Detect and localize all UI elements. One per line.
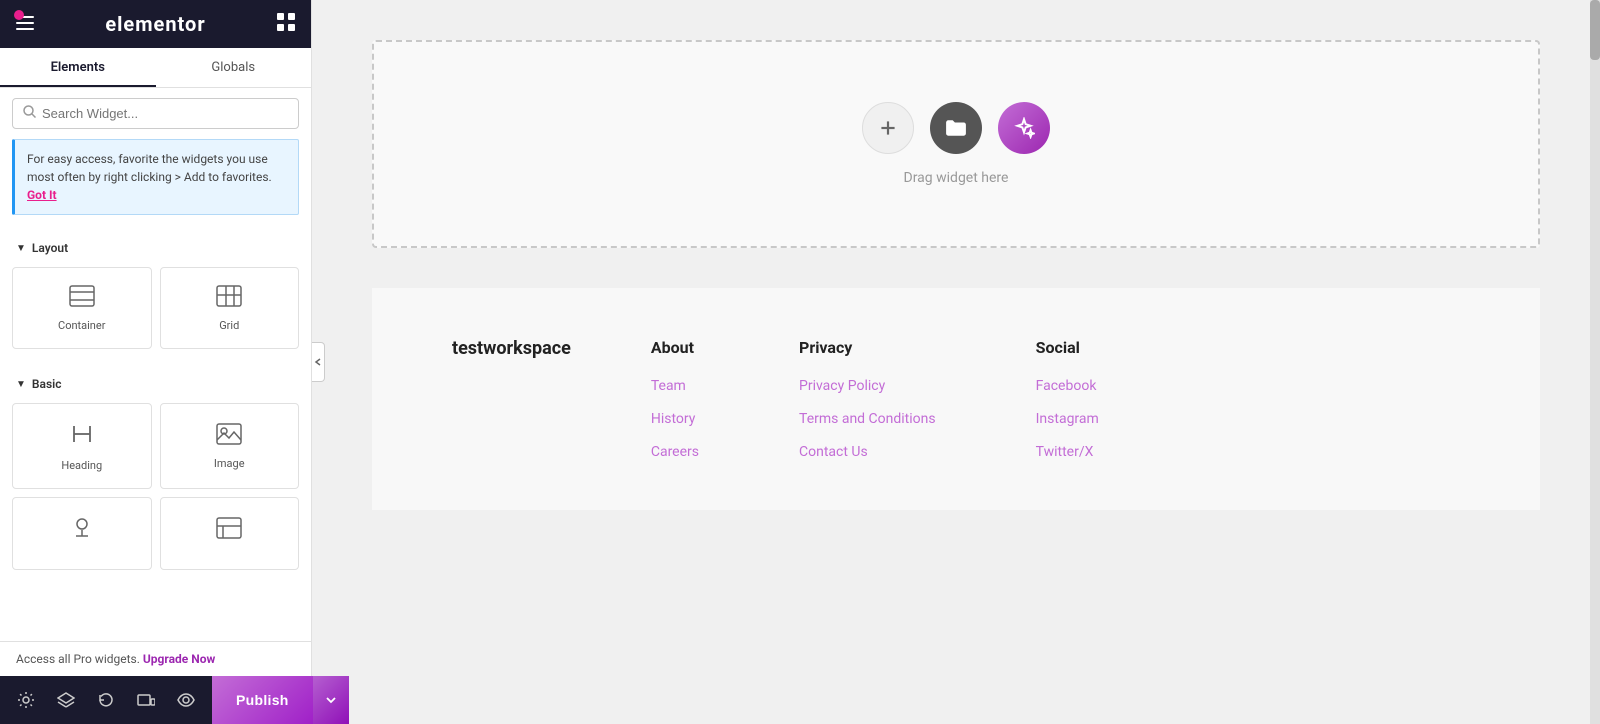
toolbar-icons <box>0 682 212 718</box>
heading-label: Heading <box>61 459 102 472</box>
list-item: Privacy Policy <box>799 375 936 394</box>
widget-extra-1[interactable] <box>12 497 152 570</box>
image-label: Image <box>214 457 245 470</box>
settings-button[interactable] <box>8 682 44 718</box>
widget-extra-1-icon <box>68 514 96 547</box>
image-icon <box>215 422 243 451</box>
footer-col-social: Social Facebook Instagram Twitter/X <box>1036 338 1099 460</box>
elementor-logo: elementor <box>105 12 205 36</box>
grid-label: Grid <box>219 319 239 332</box>
footer-social-heading: Social <box>1036 338 1099 357</box>
list-item: Terms and Conditions <box>799 408 936 427</box>
widget-area: ▼ Layout Container <box>0 225 311 641</box>
collapse-panel-handle[interactable] <box>312 342 325 382</box>
topbar: elementor <box>0 0 311 48</box>
scrollbar-thumb <box>1590 0 1600 60</box>
layout-arrow-icon: ▼ <box>16 243 26 254</box>
grid-widget-icon <box>215 284 243 313</box>
drop-zone-icons <box>862 102 1050 154</box>
basic-arrow-icon: ▼ <box>16 379 26 390</box>
instagram-link[interactable]: Instagram <box>1036 411 1099 427</box>
footer-about-links: Team History Careers <box>651 375 699 460</box>
bottom-toolbar: Publish <box>0 676 311 724</box>
contact-us-link[interactable]: Contact Us <box>799 444 868 460</box>
tip-box: For easy access, favorite the widgets yo… <box>12 139 299 215</box>
drop-zone-text: Drag widget here <box>904 170 1009 186</box>
tip-text: For easy access, favorite the widgets yo… <box>27 152 272 184</box>
main-canvas: Drag widget here testworkspace About Tea… <box>312 0 1600 724</box>
pink-dot <box>14 10 24 20</box>
footer-privacy-links: Privacy Policy Terms and Conditions Cont… <box>799 375 936 460</box>
search-box <box>12 98 299 129</box>
list-item: History <box>651 408 699 427</box>
list-item: Careers <box>651 441 699 460</box>
footer-section: testworkspace About Team History Careers… <box>372 288 1540 510</box>
grid-widget[interactable]: Grid <box>160 267 300 349</box>
layout-section-header[interactable]: ▼ Layout <box>0 233 311 263</box>
layers-button[interactable] <box>48 682 84 718</box>
list-item: Twitter/X <box>1036 441 1099 460</box>
pro-upgrade-bar: Access all Pro widgets. Upgrade Now <box>0 641 311 676</box>
container-widget[interactable]: Container <box>12 267 152 349</box>
preview-button[interactable] <box>168 682 204 718</box>
list-item: Instagram <box>1036 408 1099 427</box>
footer-brand: testworkspace <box>452 338 571 359</box>
layout-widget-grid: Container Grid <box>0 263 311 361</box>
container-icon <box>68 284 96 313</box>
got-it-link[interactable]: Got It <box>27 188 57 202</box>
panel-tabs: Elements Globals <box>0 48 311 88</box>
basic-widget-grid: Heading Image <box>0 399 311 582</box>
list-item: Contact Us <box>799 441 936 460</box>
widget-extra-2[interactable] <box>160 497 300 570</box>
right-scrollbar[interactable] <box>1590 0 1600 724</box>
footer-about-heading: About <box>651 338 699 357</box>
folder-button[interactable] <box>930 102 982 154</box>
grid-apps-icon[interactable] <box>277 13 295 36</box>
footer-privacy-heading: Privacy <box>799 338 936 357</box>
twitter-link[interactable]: Twitter/X <box>1036 444 1094 460</box>
heading-icon <box>68 420 96 453</box>
drop-zone[interactable]: Drag widget here <box>372 40 1540 248</box>
upgrade-link[interactable]: Upgrade Now <box>143 652 215 666</box>
heading-widget[interactable]: Heading <box>12 403 152 489</box>
layout-section-label: Layout <box>32 241 68 255</box>
tab-globals[interactable]: Globals <box>156 48 312 87</box>
ai-button[interactable] <box>998 102 1050 154</box>
footer-col-about: About Team History Careers <box>651 338 699 460</box>
about-careers-link[interactable]: Careers <box>651 444 699 460</box>
add-section-button[interactable] <box>862 102 914 154</box>
responsive-button[interactable] <box>128 682 164 718</box>
history-button[interactable] <box>88 682 124 718</box>
basic-section-header[interactable]: ▼ Basic <box>0 369 311 399</box>
publish-btn-wrap: Publish <box>212 676 349 724</box>
widget-extra-2-icon <box>215 516 243 545</box>
terms-conditions-link[interactable]: Terms and Conditions <box>799 411 936 427</box>
pro-text: Access all Pro widgets. <box>16 652 140 666</box>
about-team-link[interactable]: Team <box>651 378 686 394</box>
search-input[interactable] <box>42 106 288 121</box>
canvas-inner: Drag widget here testworkspace About Tea… <box>312 0 1600 724</box>
list-item: Team <box>651 375 699 394</box>
footer-col-privacy: Privacy Privacy Policy Terms and Conditi… <box>799 338 936 460</box>
left-panel: elementor Elements Globals <box>0 0 312 724</box>
footer-columns: About Team History Careers Privacy Priva… <box>651 338 1460 460</box>
image-widget[interactable]: Image <box>160 403 300 489</box>
search-icon <box>23 105 36 122</box>
facebook-link[interactable]: Facebook <box>1036 378 1097 394</box>
tab-elements[interactable]: Elements <box>0 48 156 87</box>
about-history-link[interactable]: History <box>651 411 696 427</box>
publish-chevron-button[interactable] <box>313 676 349 724</box>
container-label: Container <box>58 319 105 332</box>
footer-social-links: Facebook Instagram Twitter/X <box>1036 375 1099 460</box>
publish-button[interactable]: Publish <box>212 676 313 724</box>
search-wrap <box>0 88 311 139</box>
basic-section-label: Basic <box>32 377 62 391</box>
list-item: Facebook <box>1036 375 1099 394</box>
privacy-policy-link[interactable]: Privacy Policy <box>799 378 885 394</box>
